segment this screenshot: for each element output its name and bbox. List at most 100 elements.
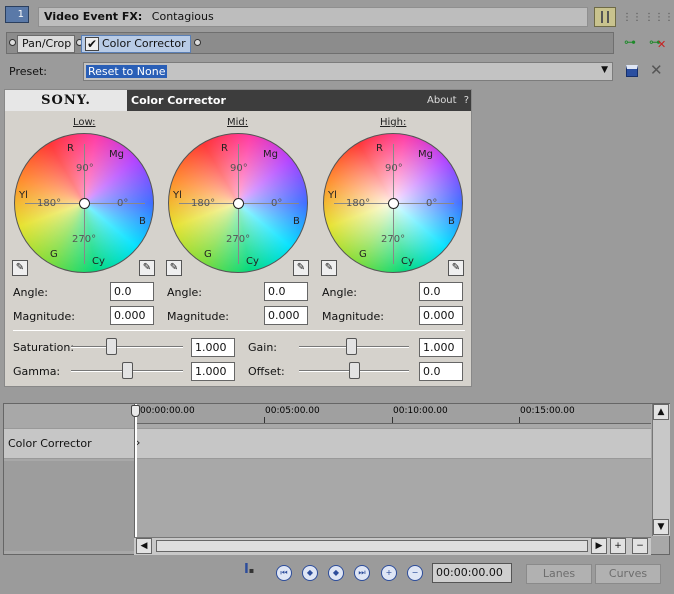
color-wheel-low[interactable]: R Mg Yl B G Cy 90° 180° 0° 270°	[14, 133, 154, 273]
curves-button[interactable]: Curves	[595, 564, 661, 584]
wheel-center-handle[interactable]	[79, 198, 90, 209]
ruler-tick	[519, 417, 520, 423]
slider-thumb[interactable]	[122, 362, 133, 379]
gain-input[interactable]: 1.000	[419, 338, 463, 357]
label-mg: Mg	[418, 149, 433, 160]
last-keyframe-button[interactable]: ⏭	[354, 565, 370, 581]
wheel-title: Low:	[73, 117, 96, 128]
first-keyframe-button[interactable]: ⏮	[276, 565, 292, 581]
label-b: B	[448, 216, 455, 227]
color-wheel-mid[interactable]: R Mg Yl B G Cy 90° 180° 0° 270°	[168, 133, 308, 273]
event-number-badge: 1	[5, 6, 29, 23]
triple-column-icon: ⋮⋮⋮	[644, 11, 674, 23]
zoom-out-button[interactable]: −	[632, 538, 648, 554]
scroll-thumb[interactable]	[156, 540, 588, 552]
add-keyframe-button[interactable]: +	[381, 565, 397, 581]
eyedropper-button-right[interactable]: ✎	[293, 260, 309, 276]
magnitude-label: Magnitude:	[13, 310, 75, 323]
remove-plugin-button[interactable]: ⊶ ✕	[649, 35, 667, 51]
vertical-scrollbar[interactable]: ▲ ▼	[652, 404, 670, 536]
label-yl: Yl	[173, 190, 182, 201]
layout-double-button[interactable]: ⋮⋮	[621, 7, 643, 27]
ruler-tick-label: 00:05:00.00	[265, 406, 320, 416]
prev-keyframe-button[interactable]: ◆	[302, 565, 318, 581]
angle-input-low[interactable]: 0.0	[110, 282, 154, 301]
slider-thumb[interactable]	[349, 362, 360, 379]
horizontal-scrollbar[interactable]: ◀ ▶ + −	[134, 537, 651, 555]
delete-preset-button[interactable]: ✕	[650, 62, 666, 78]
label-270: 270°	[381, 234, 406, 245]
eyedropper-button-left[interactable]: ✎	[166, 260, 182, 276]
sony-logo: SONY.	[5, 90, 127, 111]
label-r: R	[67, 143, 74, 154]
saturation-label: Saturation:	[13, 341, 75, 354]
eyedropper-icon: ✎	[15, 262, 25, 273]
chain-item-color-corrector[interactable]: ✔ Color Corrector	[81, 35, 191, 53]
save-icon	[626, 65, 638, 77]
wheel-center-handle[interactable]	[388, 198, 399, 209]
about-link[interactable]: About ?	[427, 90, 469, 111]
track-row-color-corrector[interactable]: Color Corrector ›	[4, 428, 651, 459]
gamma-slider[interactable]	[71, 362, 183, 380]
angle-input-mid[interactable]: 0.0	[264, 282, 308, 301]
sync-cursor-button[interactable]: I▪	[244, 562, 262, 582]
label-180: 180°	[191, 198, 216, 209]
gain-slider[interactable]	[299, 338, 409, 356]
next-keyframe-button[interactable]: ◆	[328, 565, 344, 581]
magnitude-input-mid[interactable]: 0.000	[264, 306, 308, 325]
lanes-button[interactable]: Lanes	[526, 564, 592, 584]
saturation-slider[interactable]	[71, 338, 183, 356]
eyedropper-button-right[interactable]: ✎	[448, 260, 464, 276]
magnitude-input-high[interactable]: 0.000	[419, 306, 463, 325]
preset-dropdown[interactable]: Reset to None ▼	[83, 62, 613, 81]
wheel-group-low: Low: R Mg Yl B G Cy 90° 180° 0° 270° ✎ ✎…	[11, 114, 161, 326]
gamma-input[interactable]: 1.000	[191, 362, 235, 381]
eyedropper-icon: ✎	[324, 262, 334, 273]
label-yl: Yl	[19, 190, 28, 201]
single-column-icon	[601, 11, 609, 23]
color-wheel-high[interactable]: R Mg Yl B G Cy 90° 180° 0° 270°	[323, 133, 463, 273]
scroll-left-button[interactable]: ◀	[136, 538, 152, 554]
label-270: 270°	[226, 234, 251, 245]
chain-item-pan-crop[interactable]: Pan/Crop	[17, 35, 75, 53]
layout-triple-button[interactable]: ⋮⋮⋮	[644, 7, 674, 27]
zoom-in-button[interactable]: +	[610, 538, 626, 554]
label-mg: Mg	[109, 149, 124, 160]
delete-keyframe-button[interactable]: −	[407, 565, 423, 581]
scroll-down-button[interactable]: ▼	[653, 519, 669, 535]
eyedropper-button-left[interactable]: ✎	[12, 260, 28, 276]
ruler-tick-label: 00:00:00.00	[140, 406, 195, 416]
eyedropper-button-left[interactable]: ✎	[321, 260, 337, 276]
fx-title-bar: Video Event FX: Contagious	[38, 7, 588, 27]
playhead-handle-icon[interactable]	[131, 405, 140, 417]
eyedropper-button-right[interactable]: ✎	[139, 260, 155, 276]
scroll-up-button[interactable]: ▲	[653, 404, 669, 420]
save-preset-button[interactable]	[624, 63, 640, 79]
chain-item-label: Color Corrector	[102, 37, 186, 50]
playhead[interactable]	[135, 404, 137, 537]
layout-single-button[interactable]	[594, 7, 616, 27]
offset-input[interactable]: 0.0	[419, 362, 463, 381]
preset-value: Reset to None	[86, 65, 168, 78]
slider-thumb[interactable]	[346, 338, 357, 355]
wheel-center-handle[interactable]	[233, 198, 244, 209]
ruler-tick-label: 00:10:00.00	[393, 406, 448, 416]
label-0: 0°	[426, 198, 438, 209]
enabled-checkbox-icon[interactable]: ✔	[85, 37, 99, 51]
timecode-field[interactable]: 00:00:00.00	[432, 563, 512, 583]
ruler-tick	[392, 417, 393, 423]
gain-label: Gain:	[248, 341, 277, 354]
scroll-right-button[interactable]: ▶	[591, 538, 607, 554]
angle-input-high[interactable]: 0.0	[419, 282, 463, 301]
wheel-title: High:	[380, 117, 407, 128]
time-ruler[interactable]: 00:00:00.00 00:05:00.00 00:10:00.00 00:1…	[134, 404, 651, 424]
eyedropper-icon: ✎	[169, 262, 179, 273]
magnitude-input-low[interactable]: 0.000	[110, 306, 154, 325]
saturation-input[interactable]: 1.000	[191, 338, 235, 357]
chain-end-node	[194, 39, 201, 46]
keyframe-timeline: 00:00:00.00 00:05:00.00 00:10:00.00 00:1…	[3, 403, 670, 555]
track-header-area	[4, 461, 134, 551]
plugin-chain-button[interactable]: ⊶	[624, 35, 640, 49]
offset-slider[interactable]	[299, 362, 409, 380]
slider-thumb[interactable]	[106, 338, 117, 355]
